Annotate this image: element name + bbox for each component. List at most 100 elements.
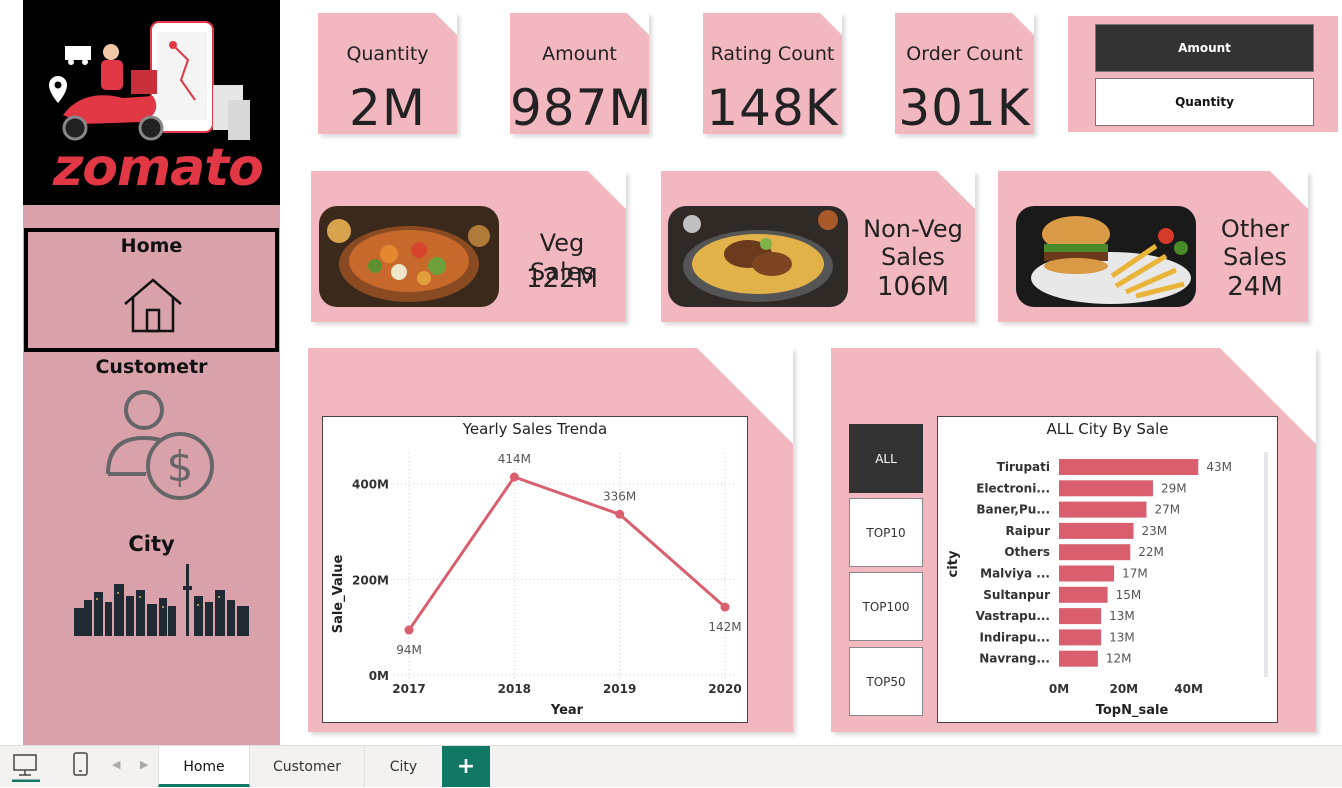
bar xyxy=(1059,480,1153,497)
x-tick-label: 2020 xyxy=(708,682,741,696)
data-point xyxy=(615,509,625,519)
svg-text:$: $ xyxy=(167,442,194,491)
measure-slicer: Amount Quantity xyxy=(1068,16,1338,132)
category-label: Sultanpur xyxy=(983,588,1050,602)
yearly-sales-chart: Yearly Sales Trenda Sale_Value Year 0M 20… xyxy=(322,416,748,723)
nav-city-label: City xyxy=(128,532,175,556)
data-label: 94M xyxy=(396,643,422,657)
other-sales-card: Other Sales 24M xyxy=(998,171,1308,322)
category-label: Vastrapu... xyxy=(976,609,1050,623)
tab-customer[interactable]: Customer xyxy=(250,746,365,787)
kpi-card-quantity: Quantity 2M xyxy=(318,13,457,137)
category-label: Electroni... xyxy=(976,481,1050,495)
data-label: 23M xyxy=(1142,524,1168,538)
mobile-view-icon[interactable] xyxy=(72,752,90,778)
slicer-option-quantity[interactable]: Quantity xyxy=(1095,78,1314,126)
y-axis-title: Sale_Value xyxy=(331,555,346,634)
veg-salad-image xyxy=(319,206,499,307)
data-label: 13M xyxy=(1109,630,1135,644)
bar xyxy=(1059,629,1102,646)
kpi-label: Rating Count xyxy=(710,43,835,65)
data-label: 15M xyxy=(1116,588,1142,602)
kpi-card-rating-count: Rating Count 148K xyxy=(703,13,842,137)
nonveg-sales-title-line2: Sales xyxy=(881,243,945,271)
line-chart-svg: Sale_Value Year 0M 200M 400M 2017 2018 2019 20… xyxy=(331,452,742,718)
nav-customer-label: Custometr xyxy=(95,356,208,378)
bar xyxy=(1059,586,1108,603)
data-label: 414M xyxy=(498,452,531,466)
chevron-right-icon[interactable]: ▶ xyxy=(140,758,148,771)
slicer-option-amount[interactable]: Amount xyxy=(1095,24,1314,72)
category-label: Others xyxy=(1004,545,1050,559)
category-label: Baner,Pu... xyxy=(976,503,1050,517)
bar xyxy=(1059,544,1131,561)
data-label: 17M xyxy=(1122,567,1148,581)
kpi-card-amount: Amount 987M xyxy=(510,13,652,137)
city-skyline-icon xyxy=(74,564,249,636)
card-corner xyxy=(1270,171,1308,209)
bar xyxy=(1059,565,1115,582)
nonveg-sales-title-line1: Non-Veg xyxy=(863,215,963,243)
series-line xyxy=(407,475,726,631)
home-icon xyxy=(124,278,182,333)
x-tick-label: 2019 xyxy=(603,682,636,696)
other-sales-title-line2: Sales xyxy=(1223,243,1287,271)
data-label: 12M xyxy=(1106,652,1132,666)
x-tick-label: 0M xyxy=(1049,682,1069,696)
scrollbar[interactable] xyxy=(1264,452,1268,677)
data-label: 336M xyxy=(603,489,636,503)
bar-chart-svg: city TopN_sale Tirupati 43M Electroni... 29… xyxy=(946,452,1268,718)
x-tick-label: 2018 xyxy=(498,682,531,696)
nav-customer-button[interactable]: Custometr $ xyxy=(24,354,279,514)
category-label: Raipur xyxy=(1005,524,1050,538)
category-label: Indirapu... xyxy=(979,630,1050,644)
card-corner xyxy=(588,171,626,209)
add-page-button[interactable]: + xyxy=(442,746,490,787)
y-tick-label: 400M xyxy=(352,478,389,492)
x-axis-title: TopN_sale xyxy=(1096,703,1169,718)
kpi-label: Order Count xyxy=(906,43,1023,65)
card-corner xyxy=(820,13,842,35)
bar xyxy=(1059,501,1147,518)
nonveg-sales-card: Non-Veg Sales 106M xyxy=(661,171,975,322)
card-corner xyxy=(937,171,975,209)
data-label: 13M xyxy=(1109,609,1135,623)
nonveg-sales-value: 106M xyxy=(876,272,950,302)
data-label: 29M xyxy=(1161,481,1187,495)
other-sales-value: 24M xyxy=(1227,272,1283,302)
x-axis-title: Year xyxy=(550,703,584,718)
biryani-image xyxy=(668,206,848,307)
city-filter-all[interactable]: ALL xyxy=(849,424,923,493)
city-filter-top50[interactable]: TOP50 xyxy=(849,647,923,716)
tab-home[interactable]: Home xyxy=(158,746,250,787)
y-axis-title: city xyxy=(946,550,961,577)
category-label: Navrang... xyxy=(979,652,1050,666)
y-tick-label: 0M xyxy=(369,669,389,683)
chevron-left-icon[interactable]: ◀ xyxy=(112,758,120,771)
kpi-card-order-count: Order Count 301K xyxy=(895,13,1034,137)
bar xyxy=(1059,459,1199,475)
card-corner xyxy=(1012,13,1034,35)
city-filter-top10[interactable]: TOP10 xyxy=(849,498,923,567)
desktop-view-icon[interactable] xyxy=(12,752,40,782)
bar xyxy=(1059,522,1134,539)
veg-sales-value: 122M xyxy=(525,264,599,294)
other-sales-title-line1: Other xyxy=(1220,215,1290,243)
category-label: Tirupati xyxy=(997,460,1050,474)
burger-fries-image xyxy=(1016,206,1196,307)
nav-home-button[interactable]: Home xyxy=(24,228,279,352)
data-label: 22M xyxy=(1138,545,1164,559)
city-filter-top100[interactable]: TOP100 xyxy=(849,572,923,641)
zomato-wordmark: zomato xyxy=(53,138,264,198)
data-label: 43M xyxy=(1206,460,1232,474)
nav-city-button[interactable]: City xyxy=(24,530,279,640)
kpi-value: 148K xyxy=(706,79,839,137)
x-tick-label: 2017 xyxy=(392,682,425,696)
kpi-label: Quantity xyxy=(346,43,429,65)
customer-money-icon: $ xyxy=(106,390,214,500)
data-label: 27M xyxy=(1154,503,1180,517)
city-sales-chart: ALL City By Sale city TopN_sale Tirupati… xyxy=(937,416,1278,723)
category-label: Malviya ... xyxy=(980,567,1050,581)
tab-city[interactable]: City xyxy=(365,746,442,787)
kpi-label: Amount xyxy=(542,43,617,65)
